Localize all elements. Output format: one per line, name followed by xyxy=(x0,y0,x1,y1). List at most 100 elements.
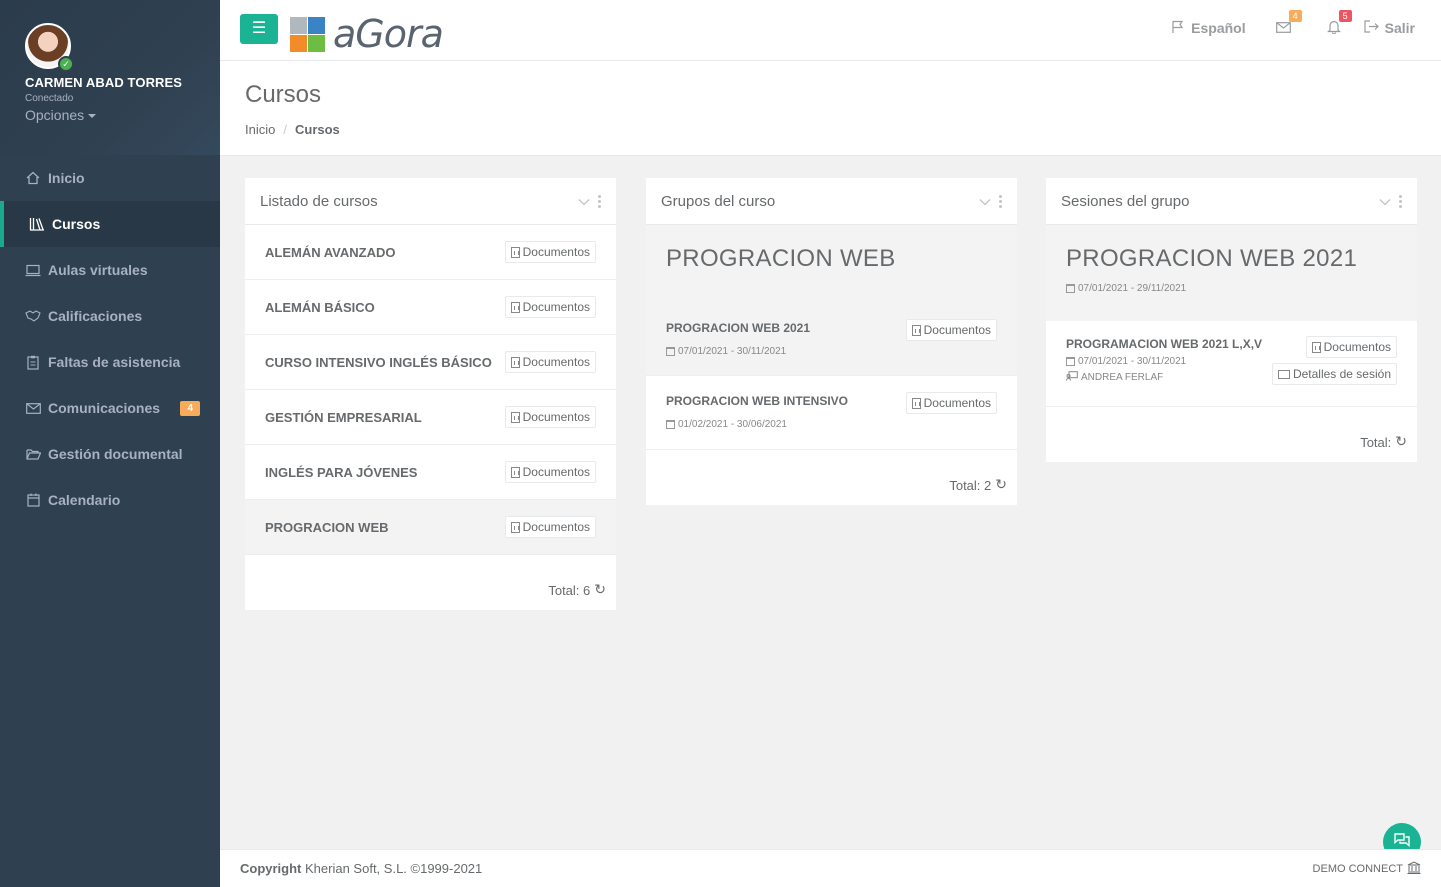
panel-tools xyxy=(578,193,601,210)
notifications-count-badge: 5 xyxy=(1338,10,1352,22)
documents-button[interactable]: Documentos xyxy=(504,241,596,263)
selected-group-dates: 07/01/2021 - 29/11/2021 xyxy=(1066,283,1397,294)
group-row-selected[interactable]: PROGRACION WEB 2021 07/01/2021 - 30/11/2… xyxy=(646,303,1017,376)
sidebar-item-cursos[interactable]: Cursos xyxy=(0,201,220,247)
refresh-icon[interactable]: ↻ xyxy=(995,476,1007,493)
panel-header: Listado de cursos xyxy=(245,178,616,225)
sidebar-item-label: Calendario xyxy=(48,492,121,508)
sidebar-item-calendario[interactable]: Calendario xyxy=(0,477,220,523)
app-logo[interactable]: aGora xyxy=(290,12,444,56)
menu-toggle-button[interactable]: ☰ xyxy=(240,14,278,44)
documents-button[interactable]: Documentos xyxy=(504,351,596,373)
total-count: Total: 2 xyxy=(949,478,992,493)
file-word-icon xyxy=(911,324,921,336)
copyright: Copyright Kherian Soft, S.L. ©1999-2021 xyxy=(240,861,482,876)
page-heading: Cursos Inicio / Cursos xyxy=(220,61,1441,156)
course-name: ALEMÁN AVANZADO xyxy=(265,244,396,260)
books-icon xyxy=(29,216,45,232)
sidebar: ✓ CARMEN ABAD TORRES Conectado Opciones … xyxy=(0,0,220,887)
collapse-chevron-icon[interactable] xyxy=(1379,193,1391,210)
total-count: Total: xyxy=(1360,435,1392,450)
panel-title: Grupos del curso xyxy=(661,192,776,210)
documents-button[interactable]: Documentos xyxy=(504,296,596,318)
teacher-icon xyxy=(1066,371,1078,384)
language-label: Español xyxy=(1191,20,1246,36)
course-row[interactable]: ALEMÁN BÁSICO Documentos xyxy=(245,280,616,335)
refresh-icon[interactable]: ↻ xyxy=(594,581,606,598)
sidebar-item-label: Gestión documental xyxy=(48,446,183,462)
logo-text: aGora xyxy=(333,12,444,56)
documents-label: Documentos xyxy=(923,396,991,410)
course-row[interactable]: ALEMÁN AVANZADO Documentos xyxy=(245,225,616,280)
messages-button[interactable]: 4 xyxy=(1274,10,1302,38)
file-word-icon xyxy=(510,356,520,368)
more-options-icon[interactable] xyxy=(1399,194,1402,208)
profile-options-dropdown[interactable]: Opciones xyxy=(25,107,97,123)
more-options-icon[interactable] xyxy=(598,194,601,208)
panel-footer: Total: 2 ↻ xyxy=(646,450,1017,505)
refresh-icon[interactable]: ↻ xyxy=(1395,433,1407,450)
documents-button[interactable]: Documentos xyxy=(504,406,596,428)
sidebar-item-aulas-virtuales[interactable]: Aulas virtuales xyxy=(0,247,220,293)
language-selector[interactable]: Español xyxy=(1171,20,1246,37)
course-row[interactable]: CURSO INTENSIVO INGLÉS BÁSICO Documentos xyxy=(245,335,616,390)
envelope-icon xyxy=(25,400,41,416)
documents-button[interactable]: Documentos xyxy=(504,461,596,483)
session-row[interactable]: PROGRAMACION WEB 2021 L,X,V 07/01/2021 -… xyxy=(1046,321,1417,407)
logo-mark-icon xyxy=(290,16,325,52)
file-word-icon xyxy=(510,301,520,313)
panel-header: Grupos del curso xyxy=(646,178,1017,225)
documents-button[interactable]: Documentos xyxy=(1305,336,1397,358)
documents-button[interactable]: Documentos xyxy=(905,392,997,414)
session-details-button[interactable]: Detalles de sesión xyxy=(1271,363,1397,385)
group-dates-text: 01/02/2021 - 30/06/2021 xyxy=(678,419,787,430)
selected-course-name: PROGRACION WEB xyxy=(666,245,896,272)
total-count: Total: 6 xyxy=(548,583,591,598)
sidebar-item-comunicaciones[interactable]: Comunicaciones 4 xyxy=(0,385,220,431)
course-row[interactable]: GESTIÓN EMPRESARIAL Documentos xyxy=(245,390,616,445)
comunicaciones-count-badge: 4 xyxy=(180,400,200,416)
sidebar-item-calificaciones[interactable]: Calificaciones xyxy=(0,293,220,339)
course-row[interactable]: INGLÉS PARA JÓVENES Documentos xyxy=(245,445,616,500)
sidebar-item-label: Inicio xyxy=(48,170,85,186)
online-check-icon: ✓ xyxy=(58,56,74,72)
footer-institution: DEMO CONNECT xyxy=(1313,860,1421,877)
more-options-icon[interactable] xyxy=(999,194,1002,208)
handshake-icon xyxy=(25,308,41,324)
logout-link[interactable]: Salir xyxy=(1364,20,1415,36)
course-name: CURSO INTENSIVO INGLÉS BÁSICO xyxy=(265,354,492,370)
file-word-icon xyxy=(510,411,520,423)
sidebar-item-inicio[interactable]: Inicio xyxy=(0,155,220,201)
panel-title: Sesiones del grupo xyxy=(1061,192,1190,210)
documents-label: Documentos xyxy=(522,520,590,534)
notifications-button[interactable]: 5 xyxy=(1324,10,1352,38)
messages-count-badge: 4 xyxy=(1288,10,1302,22)
copyright-text: Kherian Soft, S.L. ©1999-2021 xyxy=(305,861,483,876)
collapse-chevron-icon[interactable] xyxy=(578,193,590,210)
topbar: ☰ aGora Español 4 5 Salir xyxy=(220,0,1441,61)
courses-panel: Listado de cursos ALEMÁN AVANZADO Docume… xyxy=(245,178,616,610)
panel-footer: Total: 6 ↻ xyxy=(245,555,616,610)
collapse-chevron-icon[interactable] xyxy=(979,193,991,210)
breadcrumb-home-link[interactable]: Inicio xyxy=(245,122,275,137)
selected-course-header: PROGRACION WEB xyxy=(646,225,1017,303)
course-row-selected[interactable]: PROGRACION WEB Documentos xyxy=(245,500,616,555)
course-name: PROGRACION WEB xyxy=(265,519,389,535)
group-row[interactable]: PROGRACION WEB INTENSIVO 01/02/2021 - 30… xyxy=(646,376,1017,450)
sidebar-item-gestion-documental[interactable]: Gestión documental xyxy=(0,431,220,477)
documents-button[interactable]: Documentos xyxy=(905,319,997,341)
calendar-icon xyxy=(25,492,41,508)
bell-icon xyxy=(1326,19,1341,37)
sidebar-item-faltas[interactable]: Faltas de asistencia xyxy=(0,339,220,385)
course-name: GESTIÓN EMPRESARIAL xyxy=(265,409,422,425)
documents-button[interactable]: Documentos xyxy=(504,516,596,538)
documents-label: Documentos xyxy=(522,300,590,314)
topbar-actions: Español 4 5 Salir xyxy=(1171,10,1415,38)
sidebar-nav: Inicio Cursos Aulas virtuales Calificaci… xyxy=(0,155,220,523)
hamburger-icon: ☰ xyxy=(251,20,267,37)
sign-out-icon xyxy=(1364,20,1379,36)
laptop-icon xyxy=(25,262,41,278)
avatar[interactable]: ✓ xyxy=(25,23,74,72)
home-icon xyxy=(25,170,41,186)
documents-label: Documentos xyxy=(1323,340,1391,354)
